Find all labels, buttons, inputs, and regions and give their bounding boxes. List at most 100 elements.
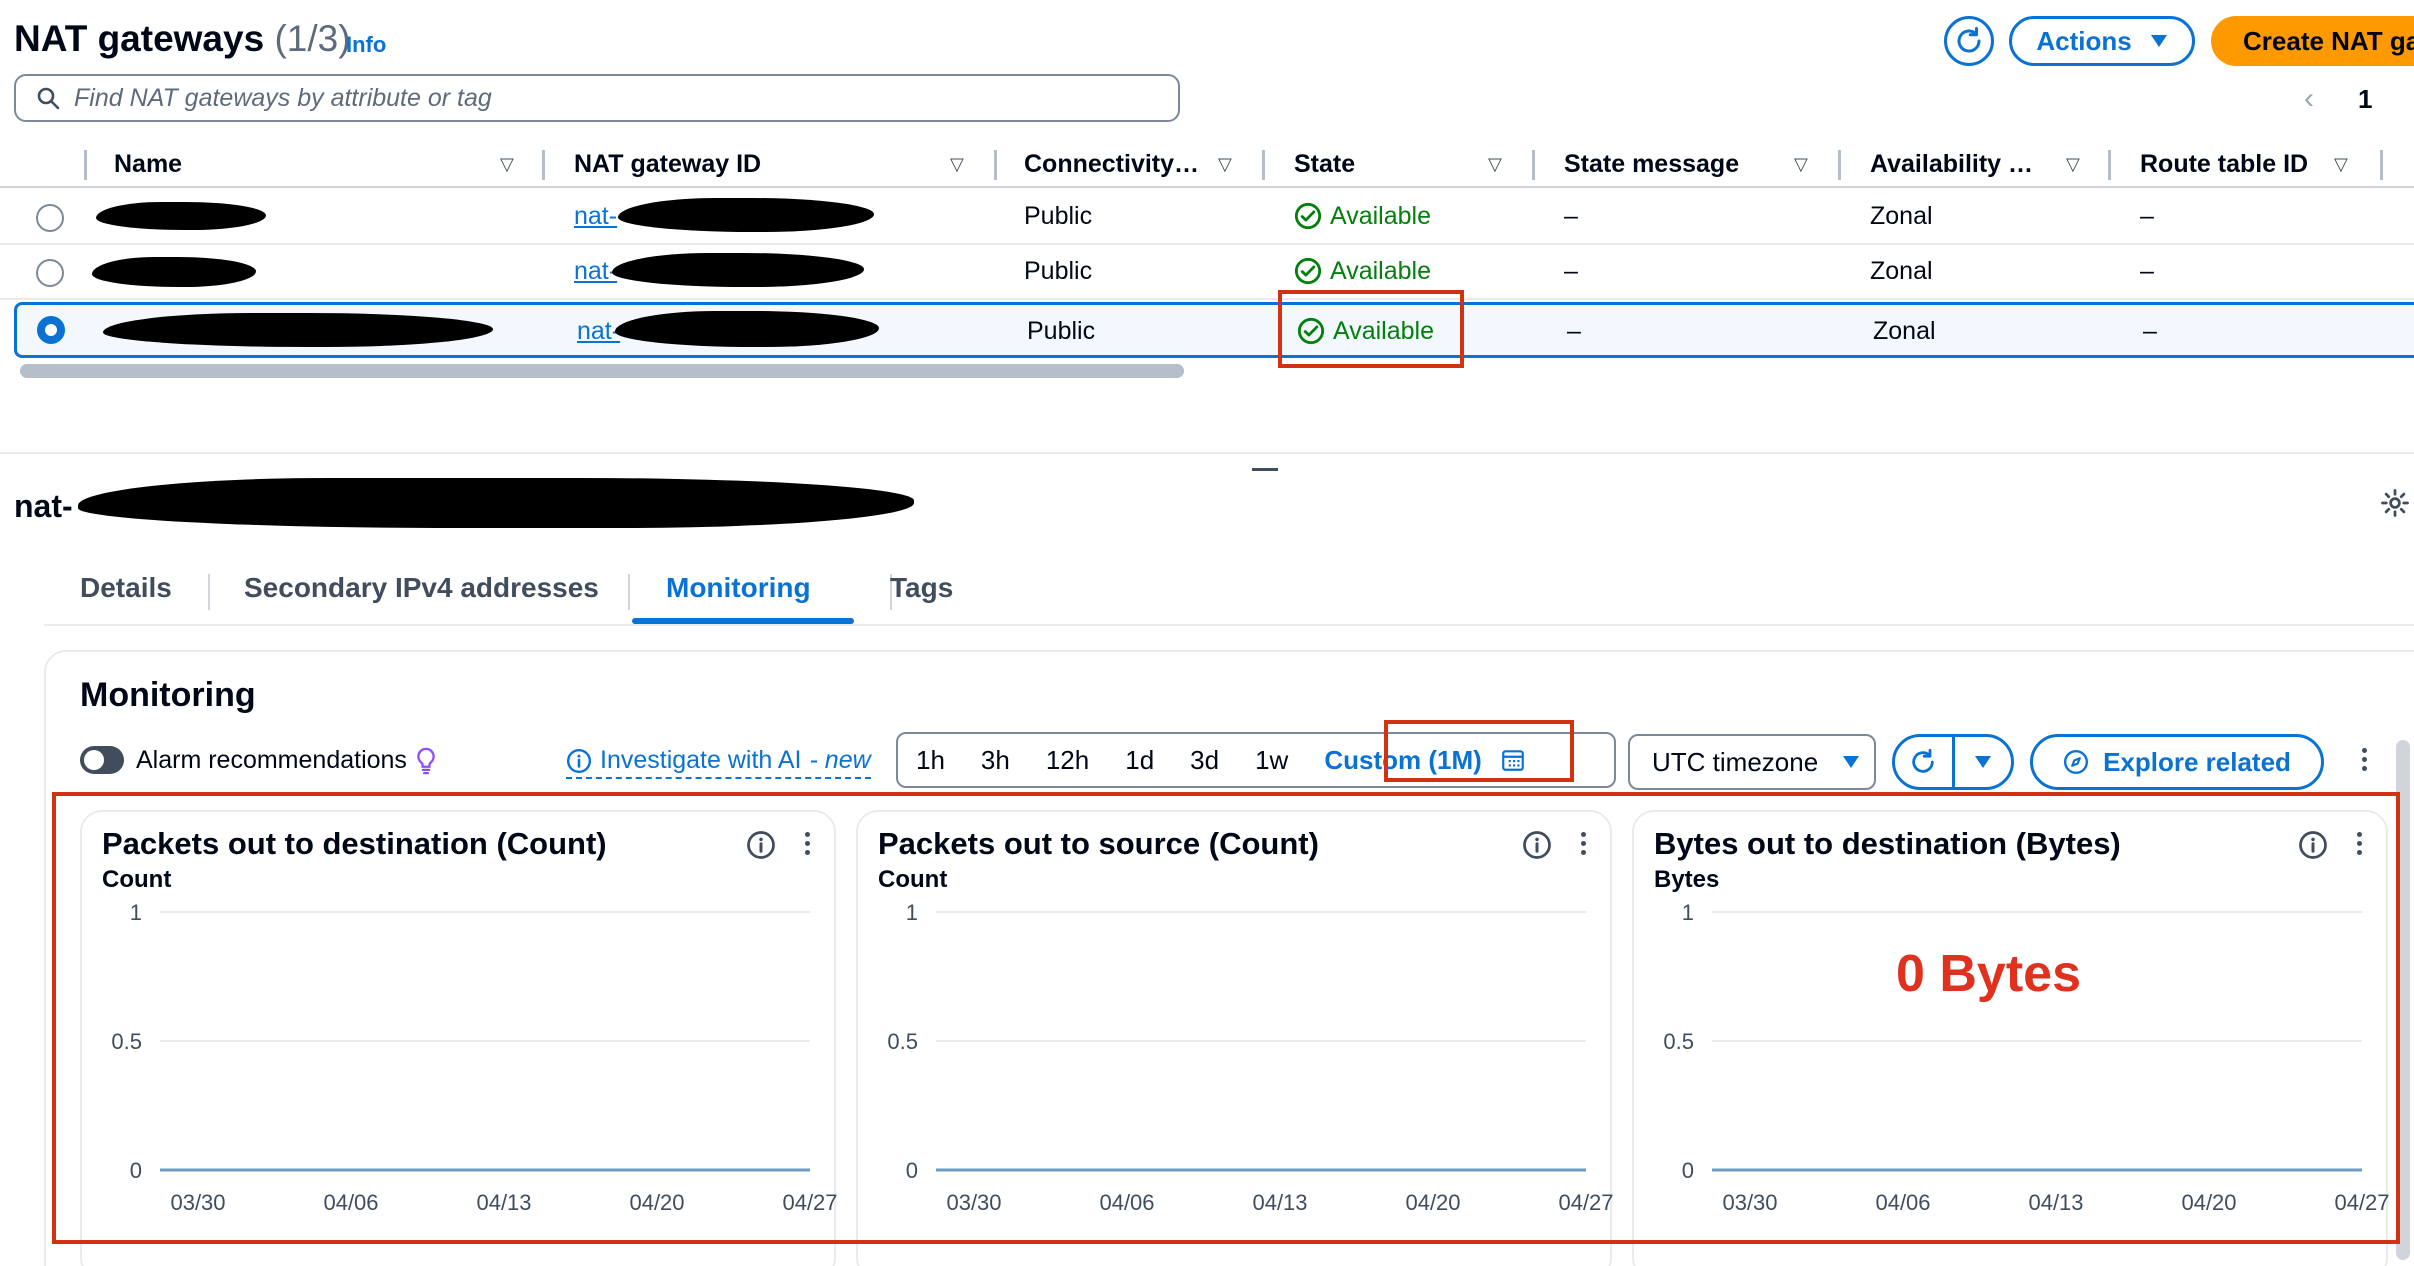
connectivity-cell: Public bbox=[1027, 316, 1096, 345]
chevron-left-icon[interactable]: ‹ bbox=[2304, 82, 2314, 116]
range-1h[interactable]: 1h bbox=[898, 745, 963, 776]
nat-gateway-id-link[interactable]: nat- bbox=[574, 257, 617, 286]
route-table-cell: – bbox=[2143, 316, 2157, 345]
state-message-cell: – bbox=[1564, 256, 1578, 285]
alarm-recommendations-label: Alarm recommendations bbox=[136, 746, 437, 775]
compass-icon bbox=[2064, 749, 2089, 775]
column-divider[interactable] bbox=[2108, 150, 2111, 180]
caret-down-icon bbox=[1974, 756, 1991, 768]
redacted-name bbox=[96, 202, 266, 230]
create-nat-gateway-button[interactable]: Create NAT gateway bbox=[2211, 16, 2414, 66]
availability-cell: Zonal bbox=[1870, 256, 1933, 285]
column-label: Name bbox=[114, 149, 183, 178]
tab-details[interactable]: Details bbox=[80, 572, 172, 604]
tab-tags[interactable]: Tags bbox=[890, 572, 953, 604]
column-label: State message bbox=[1564, 149, 1740, 178]
page-number[interactable]: 1 bbox=[2358, 84, 2372, 115]
state-text: Available bbox=[1330, 256, 1432, 285]
timezone-select[interactable]: UTC timezone bbox=[1628, 734, 1876, 790]
column-label: Route table ID bbox=[2140, 149, 2309, 178]
monitoring-menu-icon[interactable] bbox=[2362, 748, 2367, 771]
split-resize-handle[interactable] bbox=[1252, 468, 1278, 471]
gear-icon[interactable] bbox=[2380, 488, 2410, 518]
column-label: State bbox=[1294, 149, 1356, 178]
detail-title: nat- bbox=[14, 488, 73, 524]
column-header-id[interactable]: NAT gateway ID bbox=[574, 140, 761, 188]
column-header-name[interactable]: Name bbox=[114, 140, 182, 188]
check-circle-icon bbox=[1294, 257, 1322, 285]
tab-divider bbox=[628, 574, 630, 610]
route-table-cell: – bbox=[2140, 256, 2154, 285]
search-input[interactable] bbox=[74, 83, 1154, 113]
table-header: Name ▽ NAT gateway ID ▽ Connectivity… ▽ … bbox=[0, 140, 2414, 188]
column-label: Availability … bbox=[1870, 149, 2034, 178]
sort-icon[interactable]: ▽ bbox=[2334, 140, 2354, 188]
nat-gateway-id-link[interactable]: nat- bbox=[577, 317, 620, 346]
actions-button[interactable]: Actions bbox=[2009, 16, 2195, 66]
column-header-route-table[interactable]: Route table ID bbox=[2140, 140, 2308, 188]
column-divider[interactable] bbox=[1838, 150, 1841, 180]
column-divider[interactable] bbox=[1532, 150, 1535, 180]
redacted-title bbox=[78, 478, 914, 528]
column-divider[interactable] bbox=[542, 150, 545, 180]
range-12h[interactable]: 12h bbox=[1028, 745, 1107, 776]
info-link[interactable]: Info bbox=[346, 32, 386, 58]
sort-icon[interactable]: ▽ bbox=[950, 140, 970, 188]
column-header-availability[interactable]: Availability … bbox=[1870, 140, 2033, 188]
range-3d[interactable]: 3d bbox=[1172, 745, 1237, 776]
sort-icon[interactable]: ▽ bbox=[500, 140, 520, 188]
page-title: NAT gateways (1/3) bbox=[14, 18, 351, 60]
row-radio[interactable] bbox=[36, 259, 64, 287]
column-label: Connectivity… bbox=[1024, 149, 1200, 178]
table-row-selected[interactable]: nat- Public Available – Zonal – bbox=[14, 302, 2414, 358]
state-message-cell: – bbox=[1567, 316, 1581, 345]
split-divider bbox=[0, 452, 2414, 454]
monitoring-title: Monitoring bbox=[80, 676, 256, 714]
refresh-icon bbox=[1912, 748, 1934, 773]
tab-monitoring[interactable]: Monitoring bbox=[666, 572, 811, 604]
nat-gateway-id-link[interactable]: nat- bbox=[574, 202, 617, 231]
sort-icon[interactable]: ▽ bbox=[2066, 140, 2086, 188]
active-tab-indicator bbox=[632, 618, 854, 624]
column-divider[interactable] bbox=[2380, 150, 2383, 180]
redacted-id bbox=[612, 253, 864, 287]
alarm-recommendations-toggle[interactable] bbox=[80, 746, 124, 774]
table-row[interactable]: nat- Public Available – Zonal – bbox=[0, 245, 2414, 300]
sort-icon[interactable]: ▽ bbox=[1218, 140, 1238, 188]
column-header-state[interactable]: State bbox=[1294, 140, 1355, 188]
highlight-state-box bbox=[1278, 290, 1464, 368]
refresh-metrics-button[interactable] bbox=[1895, 737, 1955, 787]
explore-related-button[interactable]: Explore related bbox=[2030, 734, 2324, 790]
availability-cell: Zonal bbox=[1870, 201, 1933, 230]
lightbulb-icon bbox=[417, 747, 435, 774]
caret-down-icon bbox=[1843, 756, 1860, 768]
refresh-icon bbox=[1957, 27, 1981, 53]
redacted-id bbox=[615, 311, 879, 347]
horizontal-scrollbar[interactable] bbox=[20, 364, 1184, 378]
sort-icon[interactable]: ▽ bbox=[1488, 140, 1508, 188]
refresh-button[interactable] bbox=[1944, 16, 1994, 66]
explore-label: Explore related bbox=[2103, 746, 2291, 777]
table-row[interactable]: nat- Public Available – Zonal – bbox=[0, 190, 2414, 245]
column-divider[interactable] bbox=[1262, 150, 1265, 180]
availability-cell: Zonal bbox=[1873, 316, 1936, 345]
column-header-connectivity[interactable]: Connectivity… bbox=[1024, 140, 1199, 188]
alarm-label-text: Alarm recommendations bbox=[136, 746, 407, 774]
refresh-options-button[interactable] bbox=[1955, 737, 2012, 787]
column-header-state-message[interactable]: State message bbox=[1564, 140, 1739, 188]
column-divider[interactable] bbox=[994, 150, 997, 180]
timezone-value: UTC timezone bbox=[1652, 746, 1819, 777]
range-3h[interactable]: 3h bbox=[963, 745, 1028, 776]
investigate-with-ai-link[interactable]: Investigate with AI - new bbox=[566, 746, 871, 779]
column-divider[interactable] bbox=[84, 150, 87, 180]
row-radio[interactable] bbox=[36, 204, 64, 232]
sort-icon[interactable]: ▽ bbox=[1794, 140, 1814, 188]
row-radio-selected[interactable] bbox=[37, 316, 65, 344]
tab-secondary-ipv4[interactable]: Secondary IPv4 addresses bbox=[244, 572, 599, 604]
highlight-custom-range bbox=[1384, 720, 1574, 782]
range-1w[interactable]: 1w bbox=[1237, 745, 1306, 776]
range-1d[interactable]: 1d bbox=[1107, 745, 1172, 776]
check-circle-icon bbox=[1294, 202, 1322, 230]
search-box[interactable] bbox=[14, 74, 1180, 122]
redacted-name bbox=[103, 313, 493, 347]
